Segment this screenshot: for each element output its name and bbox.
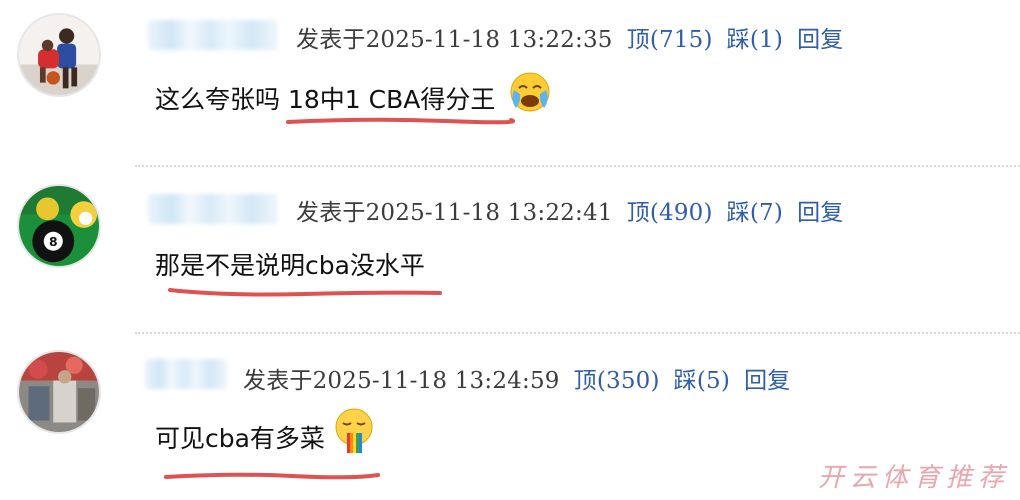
- post-time: 发表于2025-11-18 13:22:35: [296, 27, 613, 53]
- reply-link[interactable]: 回复: [797, 200, 843, 226]
- avatar[interactable]: [17, 350, 101, 434]
- watermark: 开云体育推荐: [817, 463, 1010, 493]
- comment-meta: 发表于2025-11-18 13:24:59 顶(350) 踩(5) 回复: [243, 361, 790, 395]
- red-underline-mark: [286, 117, 515, 125]
- downvote-link[interactable]: 踩(5): [674, 368, 730, 394]
- crying-face-icon: [508, 70, 552, 114]
- red-underline-mark: [164, 472, 380, 480]
- comment-text: 可见cba有多菜: [155, 424, 325, 453]
- blurred-username: [145, 359, 227, 389]
- red-underline-mark: [168, 288, 442, 297]
- avatar[interactable]: 8: [17, 184, 101, 268]
- comment-item: 8 发表于2025-11-18 13:22:41 顶(490) 踩(7) 回复 那是不…: [0, 166, 1020, 332]
- downvote-link[interactable]: 踩(7): [727, 200, 783, 226]
- blurred-username: [148, 20, 278, 50]
- crowd-scene-avatar-image: [19, 352, 99, 432]
- comment-meta: 发表于2025-11-18 13:22:41 顶(490) 踩(7) 回复: [296, 193, 843, 227]
- basketball-player-avatar-image: [19, 15, 99, 95]
- post-time: 发表于2025-11-18 13:24:59: [243, 368, 560, 394]
- reply-link[interactable]: 回复: [744, 368, 790, 394]
- comment-meta: 发表于2025-11-18 13:22:35 顶(715) 踩(1) 回复: [296, 20, 843, 54]
- comment-text: 这么夸张吗 18中1 CBA得分王: [155, 85, 496, 114]
- billiard-balls-avatar-image: 8: [19, 186, 99, 266]
- upvote-link[interactable]: 顶(350): [574, 368, 660, 394]
- svg-text:8: 8: [49, 235, 58, 249]
- reply-link[interactable]: 回复: [797, 27, 843, 53]
- vomiting-rainbow-face-icon: [331, 407, 377, 455]
- downvote-link[interactable]: 踩(1): [727, 27, 783, 53]
- upvote-link[interactable]: 顶(490): [627, 200, 713, 226]
- post-time: 发表于2025-11-18 13:22:41: [296, 200, 613, 226]
- upvote-link[interactable]: 顶(715): [627, 27, 713, 53]
- comment-item: 发表于2025-11-18 13:22:35 顶(715) 踩(1) 回复 这么夸张吗…: [0, 0, 1020, 165]
- avatar[interactable]: [17, 13, 101, 97]
- comment-text: 那是不是说明cba没水平: [155, 251, 425, 280]
- blurred-username: [148, 194, 278, 224]
